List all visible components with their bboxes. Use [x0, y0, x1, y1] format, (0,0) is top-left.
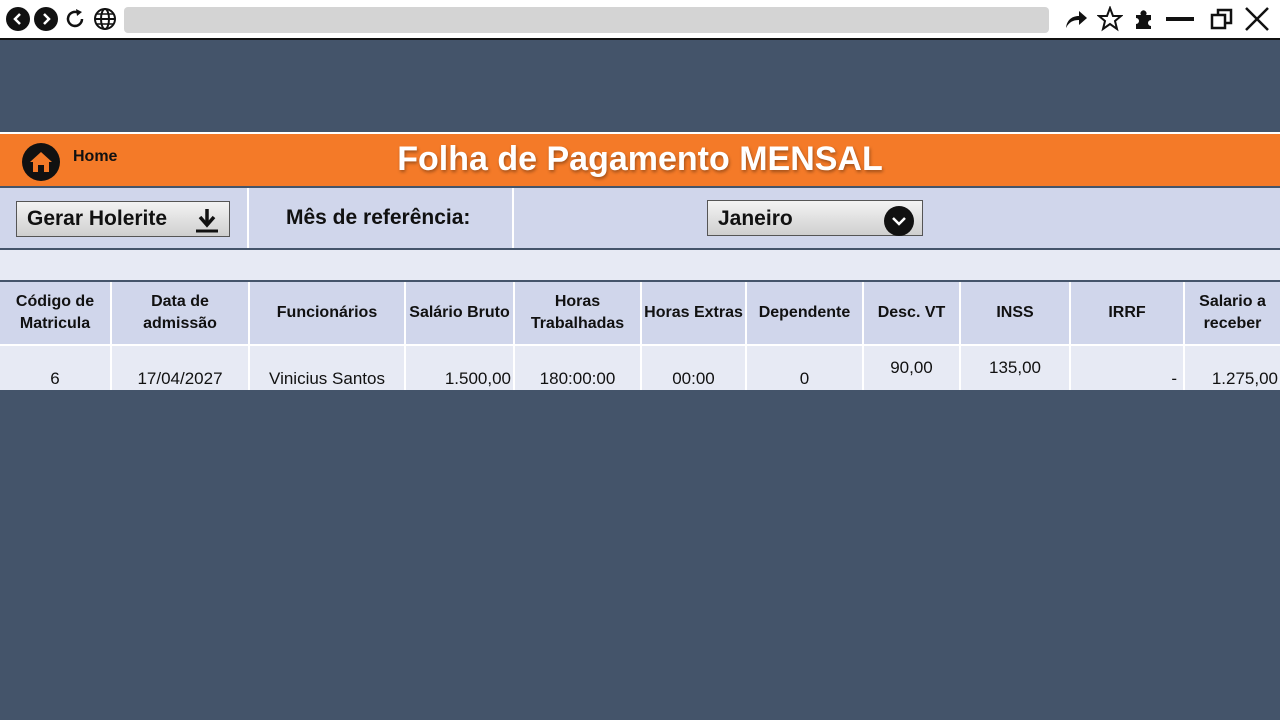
header-irrf: IRRF — [1070, 282, 1185, 345]
month-dropdown-value: Janeiro — [718, 207, 793, 230]
cell-funcionarios[interactable]: Vinicius Santos — [249, 344, 406, 390]
header-inss: INSS — [960, 282, 1071, 345]
cell-horas-trabalhadas[interactable]: 180:00:00 — [514, 344, 642, 390]
reload-icon[interactable] — [62, 6, 88, 32]
cell-salario-receber[interactable]: 1.275,00 — [1184, 344, 1280, 390]
star-icon[interactable] — [1097, 6, 1123, 32]
header-funcionarios: Funcionários — [249, 282, 406, 345]
header-horas-extras: Horas Extras — [641, 282, 747, 345]
cell-desc-vt[interactable]: 90,00 — [863, 344, 961, 390]
restore-icon[interactable] — [1209, 6, 1235, 32]
header-dependente: Dependente — [746, 282, 864, 345]
cell-irrf[interactable]: - — [1070, 344, 1185, 390]
cell-admissao[interactable]: 17/04/2027 — [111, 344, 250, 390]
gerar-holerite-label: Gerar Holerite — [27, 207, 168, 230]
table-header-row: Código de Matricula Data de admissão Fun… — [0, 282, 1280, 345]
cell-horas-extras[interactable]: 00:00 — [641, 344, 747, 390]
close-icon[interactable] — [1244, 6, 1270, 32]
chevron-down-icon[interactable] — [884, 206, 914, 236]
header-salario-bruto: Salário Bruto — [405, 282, 515, 345]
table-row[interactable]: 6 17/04/2027 Vinicius Santos 1.500,00 18… — [0, 344, 1280, 390]
back-icon[interactable] — [5, 6, 31, 32]
title-bar: Home Folha de Pagamento MENSAL — [0, 132, 1280, 186]
browser-toolbar — [0, 0, 1280, 40]
cell-codigo[interactable]: 6 — [0, 344, 112, 390]
mes-referencia-label: Mês de referência: — [286, 206, 471, 229]
globe-icon[interactable] — [92, 6, 118, 32]
forward-icon[interactable] — [33, 6, 59, 32]
download-icon — [196, 209, 218, 233]
cell-inss[interactable]: 135,00 — [960, 344, 1071, 390]
cell-dependente[interactable]: 0 — [746, 344, 864, 390]
share-icon[interactable] — [1063, 6, 1089, 32]
divider — [247, 188, 249, 248]
extensions-icon[interactable] — [1131, 6, 1157, 32]
cell-salario-bruto[interactable]: 1.500,00 — [405, 344, 515, 390]
header-horas-trabalhadas: Horas Trabalhadas — [514, 282, 642, 345]
payroll-table: Código de Matricula Data de admissão Fun… — [0, 282, 1280, 390]
minimize-icon[interactable] — [1165, 6, 1195, 32]
controls-row: Gerar Holerite Mês de referência: Janeir… — [0, 188, 1280, 248]
header-salario-receber: Salario a receber — [1184, 282, 1280, 345]
spacer-row — [0, 250, 1280, 280]
header-desc-vt: Desc. VT — [863, 282, 961, 345]
header-admissao: Data de admissão — [111, 282, 250, 345]
divider — [512, 188, 514, 248]
month-dropdown[interactable]: Janeiro — [707, 200, 923, 236]
page-title: Folha de Pagamento MENSAL — [397, 140, 883, 178]
gerar-holerite-button[interactable]: Gerar Holerite — [16, 201, 230, 237]
address-bar[interactable] — [124, 7, 1049, 33]
header-codigo: Código de Matricula — [0, 282, 112, 345]
